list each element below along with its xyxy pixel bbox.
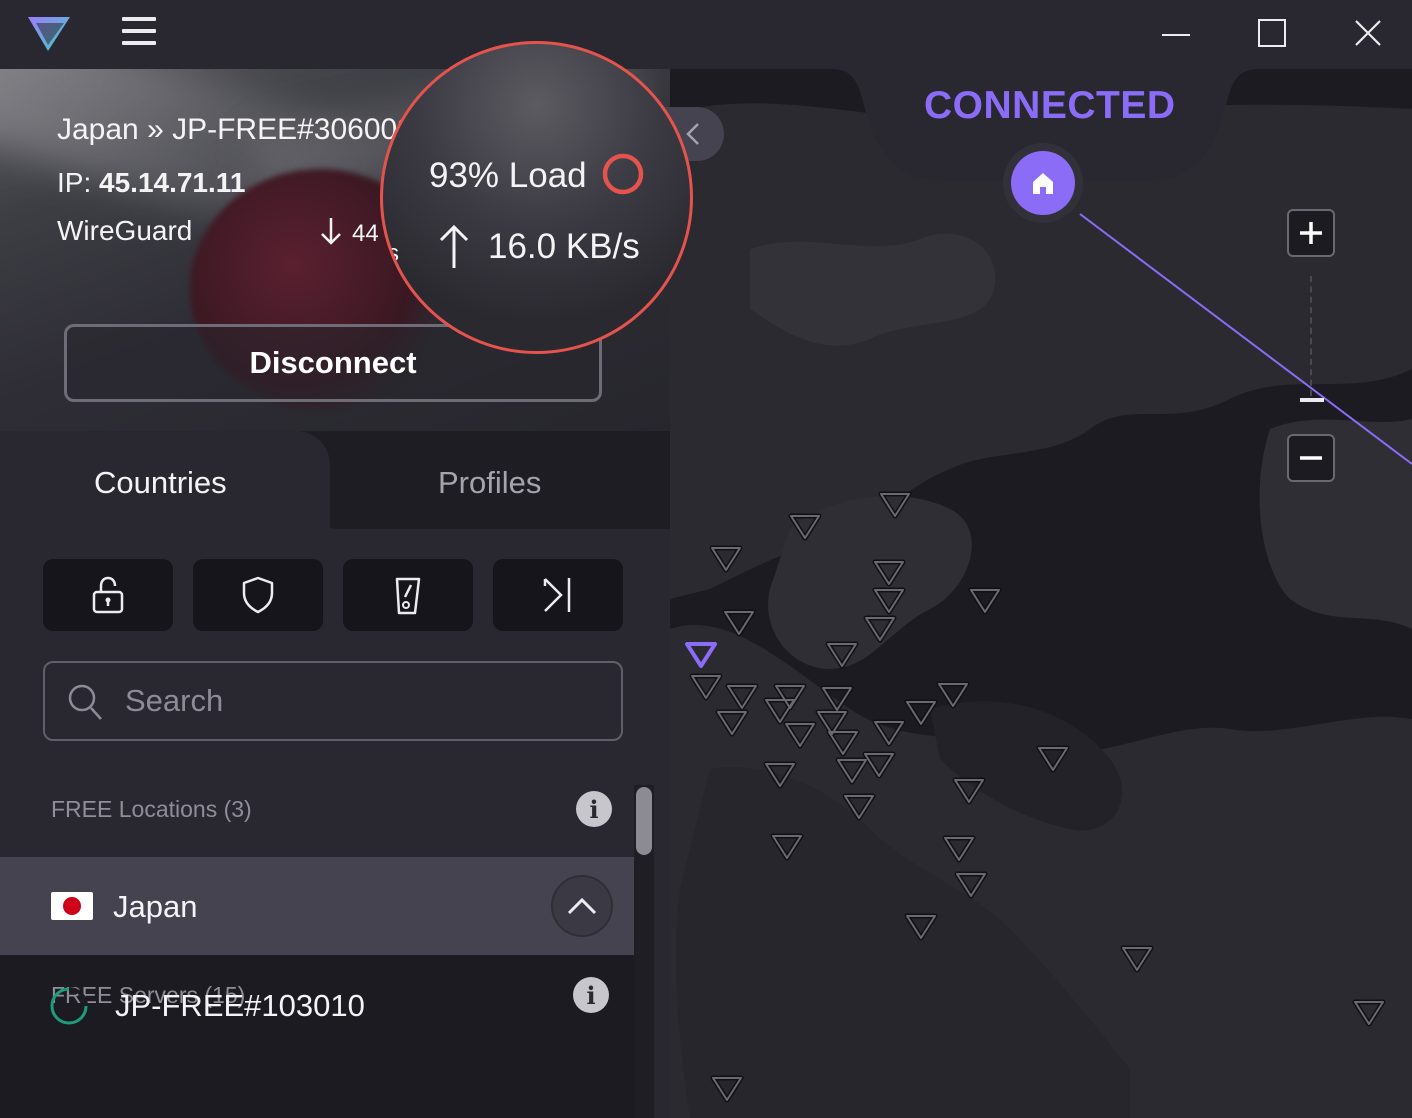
upload-speed: 16.0 KB/s [488, 227, 640, 266]
p2p-icon [395, 577, 421, 615]
tab-bar: Countries Profiles [0, 431, 670, 529]
server-name[interactable]: JP-FREE#103010 [115, 988, 365, 1024]
tor-arrow-icon [543, 578, 571, 612]
tab-profiles[interactable]: Profiles [438, 465, 541, 501]
connection-status: CONNECTED [924, 84, 1176, 127]
chevron-up-icon [567, 897, 597, 915]
shield-icon [242, 576, 274, 614]
ip-address: IP: 45.14.71.11 [57, 167, 245, 199]
tor-filter-button[interactable] [493, 559, 623, 631]
upload-arrow-icon [439, 224, 469, 268]
tab-countries[interactable]: Countries [94, 465, 227, 501]
lock-icon [92, 576, 124, 614]
download-arrow-icon [321, 218, 341, 245]
zoom-slider-handle[interactable] [1300, 398, 1324, 402]
search-input[interactable] [125, 679, 595, 723]
secure-core-filter-button[interactable] [43, 559, 173, 631]
protocol-label: WireGuard [57, 215, 193, 246]
zoom-in-button[interactable] [1287, 209, 1335, 257]
country-row-japan[interactable]: Japan [0, 857, 634, 955]
collapse-country-button[interactable] [551, 875, 613, 937]
japan-flag-icon [51, 892, 93, 920]
netshield-filter-button[interactable] [193, 559, 323, 631]
info-icon[interactable]: i [576, 791, 612, 827]
zoom-slider-track[interactable] [1310, 276, 1312, 396]
load-magnifier-highlight: s 93% Load 16.0 KB/s [380, 41, 693, 354]
ip-value: 45.14.71.11 [99, 167, 246, 198]
search-field[interactable] [43, 661, 623, 741]
home-button[interactable] [1011, 151, 1075, 215]
country-name: Japan [113, 889, 198, 924]
server-list [0, 955, 634, 1118]
zoom-out-button[interactable] [1287, 434, 1335, 482]
scrollbar-thumb[interactable] [636, 787, 652, 855]
info-icon[interactable]: i [573, 977, 609, 1013]
server-load-text: 93% Load [429, 156, 587, 195]
search-icon [68, 684, 102, 720]
home-icon [1033, 173, 1053, 194]
free-locations-header: FREE Locations (3) [51, 796, 252, 822]
download-speed: 44 [352, 220, 379, 247]
chevron-left-icon [686, 123, 699, 145]
connected-server-path: Japan » JP-FREE#306003 [57, 113, 414, 146]
minus-icon [1300, 456, 1322, 460]
partial-speed-text: s [387, 240, 399, 267]
plus-icon [1300, 222, 1322, 244]
p2p-filter-button[interactable] [343, 559, 473, 631]
server-load-ring-icon [50, 987, 88, 1025]
server-load-ring-icon [602, 153, 644, 195]
ip-label: IP: [57, 167, 92, 198]
